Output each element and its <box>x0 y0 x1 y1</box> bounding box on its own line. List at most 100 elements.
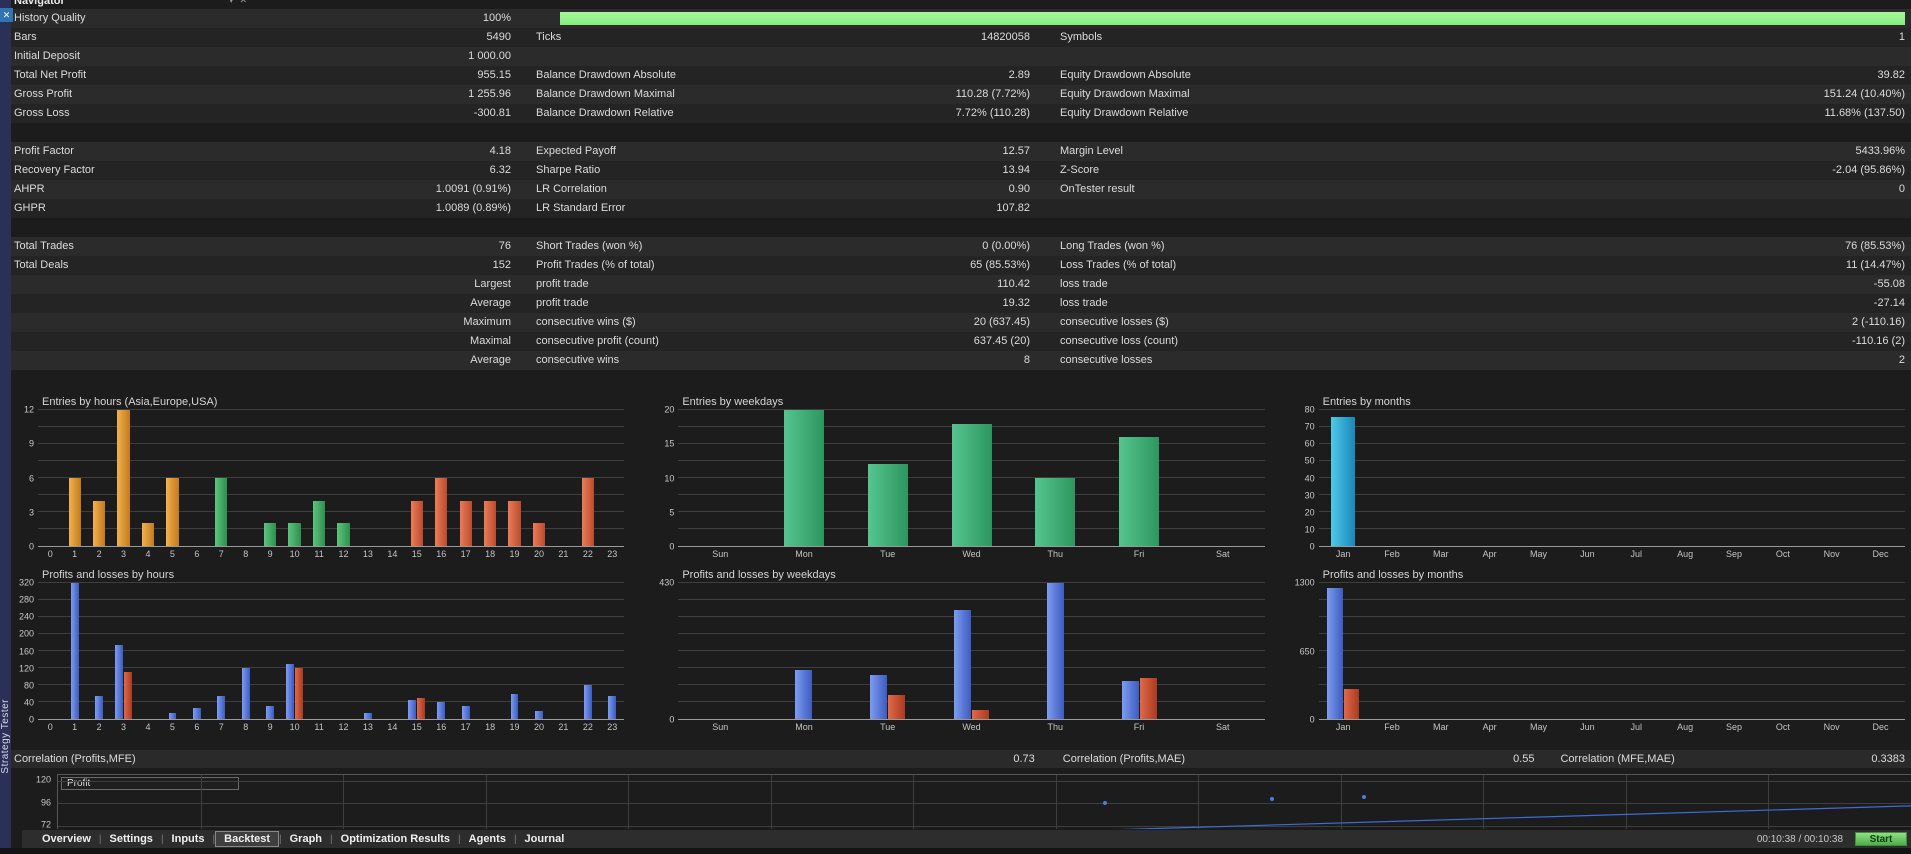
stat-value: Maximal <box>470 335 511 347</box>
scatter-point <box>1269 797 1274 802</box>
chart: Entries by months 0 10 20 30 40 50 60 70 80 Jan Feb… <box>1293 394 1905 561</box>
correlation-value: 0.55 <box>1513 753 1535 765</box>
tab-journal[interactable]: Journal <box>517 833 573 845</box>
y-tick-label: 80 <box>1304 404 1315 415</box>
x-tick-label: Jul <box>1630 722 1642 732</box>
profit-scatter-yaxis: 120 96 72 <box>11 774 57 833</box>
chart-slot <box>1368 410 1417 546</box>
x-tick-label: Dec <box>1872 722 1889 732</box>
chart-slot <box>762 583 846 719</box>
chart-slot <box>678 410 762 546</box>
stat-label: Initial Deposit <box>14 50 81 62</box>
strategy-tester-panel-tab[interactable]: Strategy Tester <box>0 699 11 774</box>
chart-slot <box>1612 583 1661 719</box>
tab-backtest[interactable]: Backtest <box>215 831 280 847</box>
chart-slot <box>678 583 762 719</box>
tab-graph[interactable]: Graph <box>282 833 330 845</box>
stat-value: 1.0089 (0.89%) <box>435 202 511 214</box>
stat-value: 152 <box>492 259 511 271</box>
y-tick-label: 80 <box>23 680 34 691</box>
stat-value: 2 (-110.16) <box>1852 316 1905 328</box>
tab-agents[interactable]: Agents <box>461 833 514 845</box>
chart-slot <box>1465 583 1514 719</box>
x-tick-label: 20 <box>533 722 544 732</box>
chart-slot <box>1416 583 1465 719</box>
x-tick-label: Aug <box>1677 549 1694 559</box>
y-tick-label: 10 <box>664 473 675 483</box>
x-tick-label: 5 <box>169 722 175 732</box>
tab-overview[interactable]: Overview <box>34 833 99 845</box>
chart-slot <box>111 583 135 719</box>
x-tick-label: Wed <box>962 549 981 559</box>
y-tick-label: 70 <box>1304 421 1315 432</box>
tab-optimization-results[interactable]: Optimization Results <box>333 833 458 845</box>
chart-slot <box>1097 410 1181 546</box>
chart-slot <box>429 583 453 719</box>
x-tick-label: 20 <box>533 549 544 559</box>
correlation-value: 0.3383 <box>1871 753 1905 765</box>
stat-value: 110.28 (7.72%) <box>955 88 1030 100</box>
y-tick-label: 320 <box>18 577 34 588</box>
correlation-row: Correlation (Profits,MFE) 0.73 Correlation… <box>11 750 1911 768</box>
x-tick-label: Jan <box>1335 722 1351 732</box>
stat-value: 65 (85.53%) <box>970 259 1030 271</box>
y-tick-label: 0 <box>669 541 675 552</box>
chart-slot <box>1856 583 1905 719</box>
stat-label: Long Trades (won %) <box>1060 240 1165 252</box>
bar <box>1119 437 1160 546</box>
stat-value: 6.32 <box>489 164 511 176</box>
profit-bar <box>870 674 888 719</box>
x-tick-label: 0 <box>47 549 53 559</box>
stat-label: Total Net Profit <box>14 69 87 81</box>
profit-bar <box>608 695 617 719</box>
stat-value: 1 000.00 <box>468 50 511 62</box>
x-tick-label: Wed <box>962 722 981 732</box>
chart-slot <box>846 410 930 546</box>
chart-slot <box>209 410 233 546</box>
chart-slot <box>1416 410 1465 546</box>
stat-label: GHPR <box>14 202 46 214</box>
x-tick-label: 11 <box>314 549 324 559</box>
loss-bar <box>124 672 132 719</box>
stat-value: Maximum <box>463 316 511 328</box>
stat-label: Ticks <box>536 31 562 43</box>
tab-settings[interactable]: Settings <box>102 833 161 845</box>
stat-label: consecutive wins <box>536 354 620 366</box>
x-tick-label: 13 <box>362 549 373 559</box>
x-tick-label: May <box>1530 549 1548 559</box>
stat-value: -2.04 (95.86%) <box>1832 164 1905 176</box>
stat-label: Loss Trades (% of total) <box>1060 259 1177 271</box>
bar <box>483 500 497 546</box>
scatter-point <box>1362 795 1367 800</box>
correlation-label: Correlation (MFE,MAE) <box>1560 753 1675 765</box>
tab-inputs[interactable]: Inputs <box>164 833 213 845</box>
stat-value: 5490 <box>486 31 511 43</box>
x-tick-label: 12 <box>338 549 349 559</box>
chevron-down-icon[interactable]: ▾ <box>229 0 240 5</box>
bar <box>508 500 521 546</box>
chart-slot <box>576 583 600 719</box>
x-tick-label: 10 <box>289 549 300 559</box>
chart-slot <box>1856 410 1905 546</box>
x-tick-label: Mar <box>1433 722 1449 732</box>
stat-label: Balance Drawdown Relative <box>536 107 674 119</box>
profit-bar <box>286 663 295 719</box>
correlation-value: 0.73 <box>1013 753 1035 765</box>
profit-bar <box>408 699 417 719</box>
chart-slot <box>930 583 1014 719</box>
stat-value: 151.24 (10.40%) <box>1823 88 1905 100</box>
chart-slot <box>356 583 380 719</box>
y-tick-label: 160 <box>18 646 34 656</box>
chart-slot <box>282 410 306 546</box>
profit-bar <box>70 583 79 719</box>
navigator-close-button[interactable]: ✕ <box>0 8 13 22</box>
profit-bar <box>461 706 470 719</box>
chart-slot <box>185 410 209 546</box>
close-icon[interactable]: ✕ <box>240 0 254 5</box>
start-button[interactable]: Start <box>1855 832 1907 846</box>
y-tick-label: 120 <box>18 663 34 674</box>
y-tick-label: 10 <box>1304 524 1315 535</box>
x-tick-label: Nov <box>1823 549 1840 559</box>
x-tick-label: Tue <box>880 549 896 559</box>
stat-value: 2 <box>1898 354 1905 366</box>
